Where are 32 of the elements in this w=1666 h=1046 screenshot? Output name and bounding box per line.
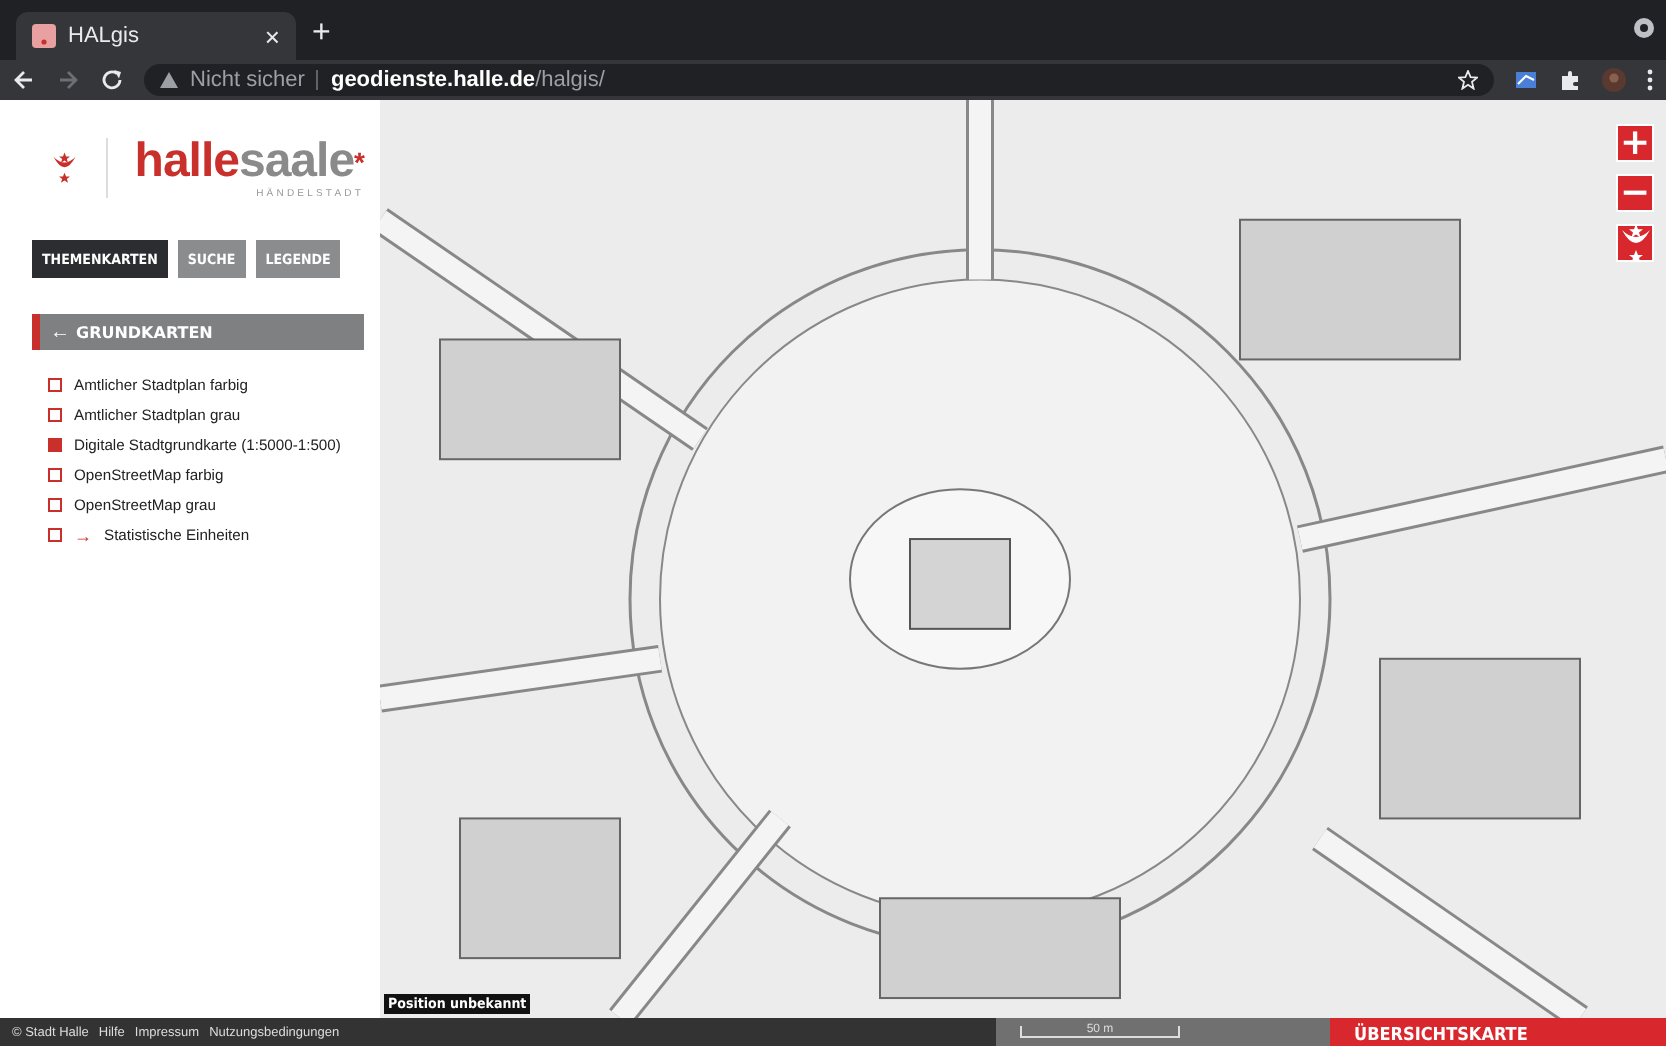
logo-text: hallesaale* — [134, 137, 364, 185]
tab-title: HALgis — [68, 24, 141, 48]
overview-map-button[interactable]: ÜBERSICHTSKARTE — [1330, 1018, 1666, 1046]
extension-icon[interactable] — [1514, 68, 1538, 92]
zoom-button[interactable]: − — [1616, 174, 1654, 212]
zoom-button[interactable]: + — [1616, 124, 1654, 162]
arrow-text: → — [74, 525, 92, 545]
warning-icon — [160, 72, 178, 88]
new-tab-button[interactable]: + — [312, 16, 331, 52]
layer-checkbox[interactable] — [48, 438, 62, 452]
section-title: GRUNDKARTEN — [76, 323, 213, 341]
address-bar[interactable]: Nicht sicher geodienste.halle.de/halgis/ — [144, 64, 1494, 96]
browser-tab[interactable]: HALgis × — [16, 12, 296, 60]
layer-checkbox[interactable] — [48, 378, 62, 392]
puzzle-icon[interactable] — [1558, 68, 1582, 92]
layer-checkbox[interactable] — [48, 498, 62, 512]
emblem-icon — [1619, 223, 1651, 263]
back-icon[interactable] — [12, 68, 36, 92]
reload-icon[interactable] — [100, 68, 124, 92]
layer-checkbox[interactable] — [48, 468, 62, 482]
emblem-icon — [52, 148, 77, 188]
account-icon[interactable] — [1634, 18, 1654, 38]
star-icon[interactable] — [1458, 70, 1478, 90]
home-button[interactable] — [1616, 224, 1654, 262]
back-button[interactable]: ← — [50, 321, 70, 343]
layer-checkbox[interactable] — [48, 408, 62, 422]
tab-close-button[interactable]: × — [264, 21, 280, 51]
security-label: Nicht sicher — [190, 68, 305, 92]
layer-checkbox[interactable] — [48, 528, 62, 542]
menu-icon[interactable] — [1646, 68, 1654, 92]
url-text: geodienste.halle.de/halgis/ — [330, 68, 605, 92]
favicon-icon — [32, 24, 56, 48]
